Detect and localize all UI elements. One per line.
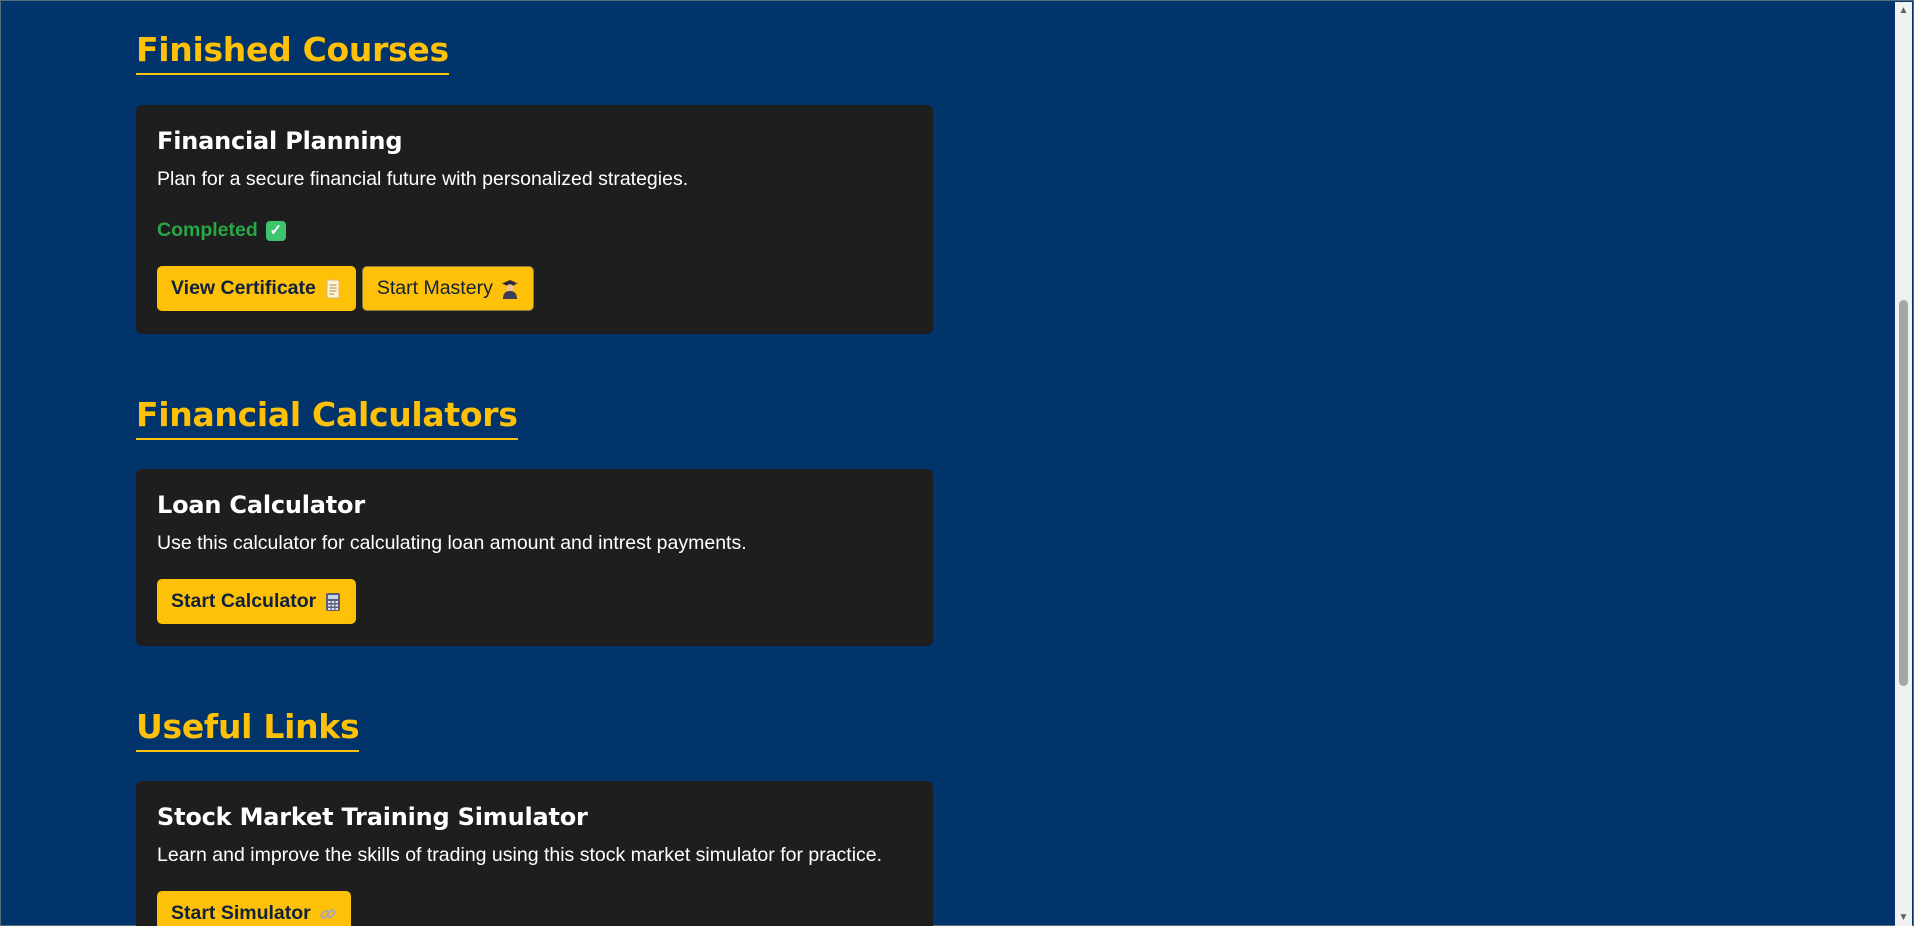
scroll-up-arrow-icon[interactable]: ▲ [1895,2,1912,19]
view-certificate-label: View Certificate [171,277,316,299]
start-mastery-button[interactable]: Start Mastery [361,266,534,311]
link-icon [319,904,337,924]
calculator-actions: Start Calculator [157,579,912,624]
graduate-icon [501,279,519,299]
scroll-icon [324,279,342,299]
status-label: Completed [157,219,258,241]
link-description: Learn and improve the skills of trading … [157,844,883,866]
check-mark-icon: ✓ [265,220,286,241]
completed-status: Completed ✓ [157,219,912,242]
link-actions: Start Simulator [157,891,912,926]
course-actions: View Certificate Start Mastery [157,266,912,311]
course-description: Plan for a secure financial future with … [157,168,689,190]
scroll-down-arrow-icon[interactable]: ▼ [1895,909,1912,926]
link-card-stock-simulator: Stock Market Training Simulator Learn an… [136,781,933,926]
start-calculator-button[interactable]: Start Calculator [157,579,357,624]
calculator-title: Loan Calculator [157,491,365,519]
useful-links-heading: Useful Links [136,707,360,752]
link-title: Stock Market Training Simulator [157,803,588,831]
view-certificate-button[interactable]: View Certificate [157,266,356,311]
finished-courses-heading: Finished Courses [136,30,449,75]
course-card-financial-planning: Financial Planning Plan for a secure fin… [136,105,933,334]
start-simulator-button[interactable]: Start Simulator [157,891,351,926]
calculator-description: Use this calculator for calculating loan… [157,532,747,554]
course-title: Financial Planning [157,127,403,155]
calculator-icon [324,592,342,612]
calculator-card-loan: Loan Calculator Use this calculator for … [136,469,933,646]
start-mastery-label: Start Mastery [376,277,493,299]
start-calculator-label: Start Calculator [171,590,317,612]
start-simulator-label: Start Simulator [171,902,311,924]
scrollbar-thumb[interactable] [1899,300,1908,686]
financial-calculators-heading: Financial Calculators [136,395,518,440]
vertical-scrollbar[interactable]: ▲ ▼ [1895,2,1912,926]
